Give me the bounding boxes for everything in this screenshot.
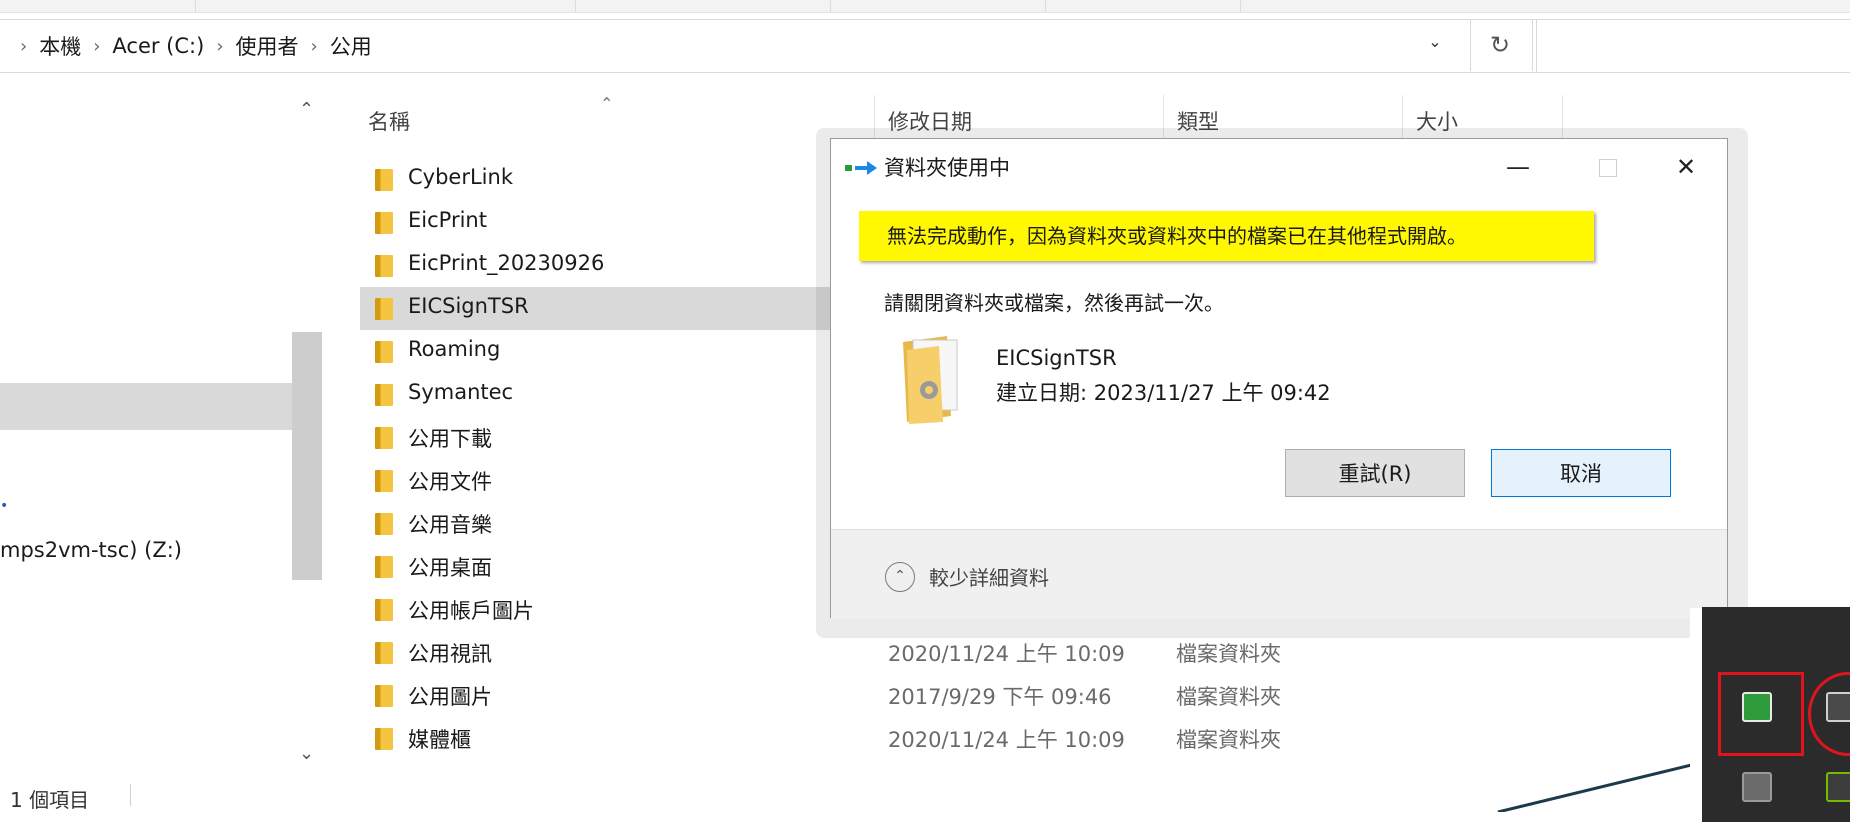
scroll-down-icon[interactable]: ⌄ bbox=[299, 743, 314, 764]
file-name: 公用音樂 bbox=[408, 513, 492, 537]
nav-item-network-drive[interactable]: mps2vm-tsc) (Z:) bbox=[0, 538, 182, 562]
folder-icon bbox=[375, 427, 393, 449]
folder-settings-icon bbox=[903, 336, 958, 424]
folder-icon bbox=[375, 513, 393, 535]
folder-icon bbox=[375, 556, 393, 578]
folder-icon bbox=[375, 599, 393, 621]
dialog-title: 資料夾使用中 bbox=[884, 156, 1010, 180]
dialog-footer: ⌃ 較少詳細資料 bbox=[831, 529, 1727, 618]
nav-scrollbar[interactable]: ⌃ ⌄ bbox=[292, 95, 322, 775]
document-tray-icon[interactable] bbox=[1742, 772, 1772, 802]
search-input[interactable] bbox=[1536, 19, 1850, 73]
breadcrumb: › 本機 › Acer (C:) › 使用者 › 公用 bbox=[8, 31, 372, 61]
folder-icon bbox=[375, 169, 393, 191]
divider bbox=[1532, 19, 1533, 71]
breadcrumb-item[interactable]: Acer (C:) bbox=[112, 34, 204, 58]
file-type: 檔案資料夾 bbox=[1176, 728, 1281, 752]
chevron-right-icon[interactable]: › bbox=[93, 36, 100, 57]
folder-icon bbox=[375, 255, 393, 277]
folder-icon bbox=[375, 212, 393, 234]
breadcrumb-item[interactable]: 公用 bbox=[330, 31, 372, 61]
file-date: 2020/11/24 上午 10:09 bbox=[888, 642, 1125, 666]
folder-icon bbox=[375, 642, 393, 664]
divider bbox=[130, 784, 131, 806]
close-button[interactable]: ✕ bbox=[1656, 147, 1716, 187]
file-name: CyberLink bbox=[408, 165, 513, 189]
chevron-right-icon[interactable]: › bbox=[20, 36, 27, 57]
nvidia-tray-icon[interactable] bbox=[1826, 772, 1850, 802]
dialog-instruction: 請關閉資料夾或檔案，然後再試一次。 bbox=[884, 291, 1224, 315]
fewer-details-link[interactable]: 較少詳細資料 bbox=[929, 562, 1049, 591]
folder-icon bbox=[375, 341, 393, 363]
file-date: 2017/9/29 下午 09:46 bbox=[888, 685, 1112, 709]
breadcrumb-item[interactable]: 本機 bbox=[39, 31, 81, 61]
file-name: EicPrint_20230926 bbox=[408, 251, 605, 275]
chevron-right-icon[interactable]: › bbox=[311, 36, 318, 57]
file-name: 公用下載 bbox=[408, 427, 492, 451]
sort-ascending-icon: ⌃ bbox=[600, 94, 614, 113]
folder-icon bbox=[375, 384, 393, 406]
file-type: 檔案資料夾 bbox=[1176, 642, 1281, 666]
retry-button[interactable]: 重試(R) bbox=[1285, 449, 1465, 497]
item-name: EICSignTSR bbox=[996, 346, 1117, 370]
file-name: EICSignTSR bbox=[408, 294, 529, 318]
maximize-button[interactable] bbox=[1578, 147, 1638, 187]
chevron-right-icon[interactable]: › bbox=[216, 36, 223, 57]
table-row[interactable]: 媒體櫃 2020/11/24 上午 10:09 檔案資料夾 bbox=[360, 717, 1281, 760]
file-name: 公用視訊 bbox=[408, 642, 492, 666]
file-name: 公用帳戶圖片 bbox=[408, 599, 534, 623]
breadcrumb-item[interactable]: 使用者 bbox=[236, 31, 299, 61]
file-name: Roaming bbox=[408, 337, 501, 361]
maximize-icon bbox=[1599, 159, 1617, 177]
folder-in-use-dialog: 資料夾使用中 — ✕ 無法完成動作，因為資料夾或資料夾中的檔案已在其他程式開啟。… bbox=[830, 138, 1728, 618]
file-name: 公用圖片 bbox=[408, 685, 492, 709]
refresh-icon[interactable]: ↻ bbox=[1470, 26, 1530, 64]
move-folder-icon bbox=[845, 161, 877, 175]
file-type: 檔案資料夾 bbox=[1176, 685, 1281, 709]
folder-icon bbox=[375, 685, 393, 707]
folder-icon bbox=[375, 470, 393, 492]
file-name: 公用桌面 bbox=[408, 556, 492, 580]
folder-icon bbox=[375, 728, 393, 750]
file-name: EicPrint bbox=[408, 208, 487, 232]
folder-icon bbox=[375, 298, 393, 320]
top-toolbar-strip bbox=[0, 0, 1850, 13]
table-row[interactable]: 公用圖片 2017/9/29 下午 09:46 檔案資料夾 bbox=[360, 674, 1281, 717]
nav-item-fragment: • bbox=[0, 498, 9, 514]
minimize-button[interactable]: — bbox=[1488, 147, 1548, 187]
collapse-chevron-icon[interactable]: ⌃ bbox=[885, 562, 915, 592]
item-created-date: 建立日期: 2023/11/27 上午 09:42 bbox=[996, 381, 1331, 405]
chevron-down-icon[interactable]: ⌄ bbox=[1400, 32, 1470, 62]
highlight-box bbox=[1718, 672, 1804, 756]
nav-selected-item[interactable] bbox=[0, 383, 292, 430]
file-name: Symantec bbox=[408, 380, 514, 404]
column-header-name[interactable]: 名稱 bbox=[368, 106, 410, 136]
cancel-button[interactable]: 取消 bbox=[1491, 449, 1671, 497]
status-item-count: 1 個項目 bbox=[10, 788, 90, 812]
file-date: 2020/11/24 上午 10:09 bbox=[888, 728, 1125, 752]
file-name: 媒體櫃 bbox=[408, 728, 471, 752]
file-name: 公用文件 bbox=[408, 470, 492, 494]
error-banner: 無法完成動作，因為資料夾或資料夾中的檔案已在其他程式開啟。 bbox=[859, 211, 1594, 261]
scroll-up-icon[interactable]: ⌃ bbox=[299, 99, 314, 120]
